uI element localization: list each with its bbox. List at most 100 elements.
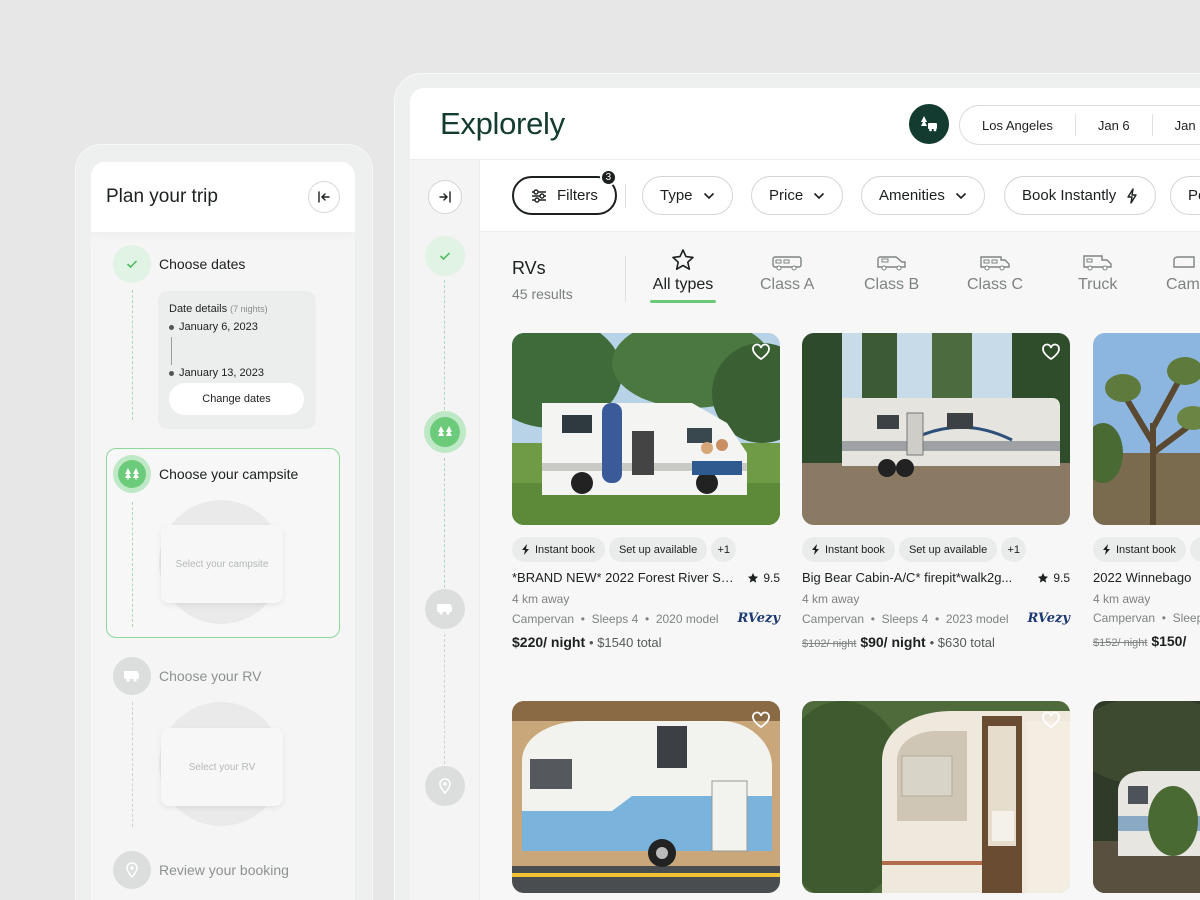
- more-tags-badge[interactable]: +1: [1001, 537, 1027, 562]
- expand-right-icon: [439, 191, 451, 203]
- rv-photo-image: [512, 333, 780, 525]
- star-filled-icon: [748, 572, 759, 583]
- planner-header: Plan your trip: [91, 162, 355, 232]
- planner-panel: Plan your trip Choose dates Date details…: [91, 162, 355, 900]
- rail-step-dates[interactable]: [425, 236, 465, 276]
- rv-photo-image: [802, 333, 1070, 525]
- step-label: Review your booking: [159, 862, 289, 878]
- listing-rating: 9.5: [747, 570, 780, 585]
- listing-distance: 4 km away: [802, 592, 860, 606]
- category-all-types[interactable]: All types: [650, 248, 716, 303]
- listing-card[interactable]: [1093, 701, 1200, 893]
- check-icon: [440, 252, 450, 261]
- category-divider: [625, 256, 626, 302]
- listing-name[interactable]: 2022 Winnebago: [1093, 570, 1200, 585]
- price-filter[interactable]: Price: [751, 176, 844, 215]
- rv-photo-image: [802, 701, 1070, 893]
- listing-card[interactable]: Instant book Set up available +1 Big Bea…: [802, 333, 1070, 650]
- listing-specs: Campervan • Sleeps 4 • 2023 model: [802, 611, 1009, 626]
- date-connector: [171, 337, 172, 365]
- category-label: Class A: [760, 276, 815, 293]
- instant-book-tag: Instant book: [512, 537, 605, 562]
- heart-icon[interactable]: [751, 711, 771, 729]
- star-filled-icon: [1038, 572, 1049, 583]
- date-details-card: Date details (7 nights) January 6, 2023 …: [158, 291, 316, 429]
- more-tags-badge[interactable]: +1: [711, 537, 737, 562]
- expand-panel-button[interactable]: [428, 180, 462, 214]
- step-choose-dates[interactable]: Choose dates: [113, 245, 245, 283]
- search-end-date[interactable]: Jan 13: [1153, 114, 1200, 136]
- location-pin-icon: [126, 862, 138, 878]
- select-campsite-card[interactable]: Select your campsite: [161, 525, 283, 603]
- trip-search-pill[interactable]: Los Angeles Jan 6 Jan 13: [959, 105, 1200, 145]
- step-review-booking[interactable]: Review your booking: [113, 851, 289, 889]
- search-location[interactable]: Los Angeles: [960, 114, 1076, 136]
- step-choose-rv[interactable]: Choose your RV: [113, 657, 261, 695]
- chevron-down-icon: [703, 192, 714, 199]
- category-class-c[interactable]: Class C: [967, 254, 1023, 294]
- filter-divider: [625, 184, 626, 208]
- rv-icon: [124, 671, 139, 682]
- filters-button[interactable]: Filters 3: [512, 169, 617, 215]
- chevron-down-icon: [814, 192, 825, 199]
- book-instantly-filter[interactable]: Book Instantly: [1004, 176, 1157, 215]
- listing-rating: 9.5: [1037, 570, 1070, 585]
- category-camper[interactable]: Camp: [1166, 254, 1200, 294]
- app-logo[interactable]: Explorely: [440, 106, 565, 142]
- collapse-button[interactable]: [308, 181, 340, 213]
- listing-name[interactable]: *BRAND NEW* 2022 Forest River SU...: [512, 570, 734, 585]
- amenities-filter[interactable]: Amenities: [861, 176, 985, 215]
- rail-connector: [444, 634, 445, 764]
- step-label: Choose dates: [159, 256, 246, 272]
- camper-icon: [1173, 256, 1195, 268]
- step-pending-indicator: [113, 851, 151, 889]
- campsite-badge[interactable]: [909, 104, 949, 144]
- more-filter[interactable]: Pe: [1170, 176, 1200, 215]
- heart-icon[interactable]: [751, 343, 771, 361]
- rv-icon: [772, 256, 802, 271]
- change-dates-button[interactable]: Change dates: [169, 383, 304, 415]
- host-logo: RVezy: [1027, 611, 1070, 626]
- rail-step-campsite[interactable]: [424, 411, 466, 453]
- listing-photo[interactable]: [802, 333, 1070, 525]
- listing-photo[interactable]: [802, 701, 1070, 893]
- category-label: Class B: [864, 276, 920, 293]
- listing-name[interactable]: Big Bear Cabin-A/C* firepit*walk2g...: [802, 570, 1024, 585]
- book-instantly-label: Book Instantly: [1022, 187, 1117, 204]
- listing-card[interactable]: [802, 701, 1070, 893]
- listing-photo[interactable]: [1093, 701, 1200, 893]
- select-rv-card[interactable]: Select your RV: [161, 728, 283, 806]
- listing-photo[interactable]: [512, 333, 780, 525]
- top-bar: Explorely Los Angeles Jan 6 Jan 13: [410, 88, 1200, 160]
- rail-connector: [444, 458, 445, 588]
- sliders-icon: [532, 188, 546, 203]
- start-date: January 6, 2023: [169, 321, 258, 333]
- lightning-icon: [812, 544, 819, 555]
- category-truck[interactable]: Truck: [1078, 254, 1117, 294]
- listing-tags: Instant book Set up available +1: [512, 537, 780, 562]
- setup-tag: Set up available: [608, 537, 708, 562]
- rail-connector: [444, 280, 445, 410]
- chevron-down-icon: [955, 192, 966, 199]
- rail-step-rv[interactable]: [425, 589, 465, 629]
- results-count: 45 results: [512, 286, 573, 302]
- heart-icon[interactable]: [1041, 711, 1061, 729]
- step-pending-indicator: [113, 657, 151, 695]
- listing-card[interactable]: Instant book Set up available +1 *BRAND …: [512, 333, 780, 650]
- heart-icon[interactable]: [1041, 343, 1061, 361]
- listing-card[interactable]: Instant book Set up available 2022 Winne…: [1093, 333, 1200, 649]
- listing-card[interactable]: [512, 701, 780, 893]
- search-start-date[interactable]: Jan 6: [1076, 114, 1153, 136]
- category-class-b[interactable]: Class B: [864, 254, 919, 294]
- step-choose-campsite[interactable]: Choose your campsite: [113, 455, 298, 493]
- rv-photo-image: [1093, 701, 1200, 893]
- amenities-filter-label: Amenities: [879, 187, 945, 204]
- listing-price: $102/ night $90/ night • $630 total: [802, 634, 995, 650]
- listing-photo[interactable]: [1093, 333, 1200, 525]
- category-class-a[interactable]: Class A: [760, 254, 814, 294]
- results-content: RVs 45 results All types Class A Class B…: [480, 232, 1200, 900]
- type-filter[interactable]: Type: [642, 176, 733, 215]
- rail-step-review[interactable]: [425, 766, 465, 806]
- progress-rail: [410, 160, 480, 900]
- listing-photo[interactable]: [512, 701, 780, 893]
